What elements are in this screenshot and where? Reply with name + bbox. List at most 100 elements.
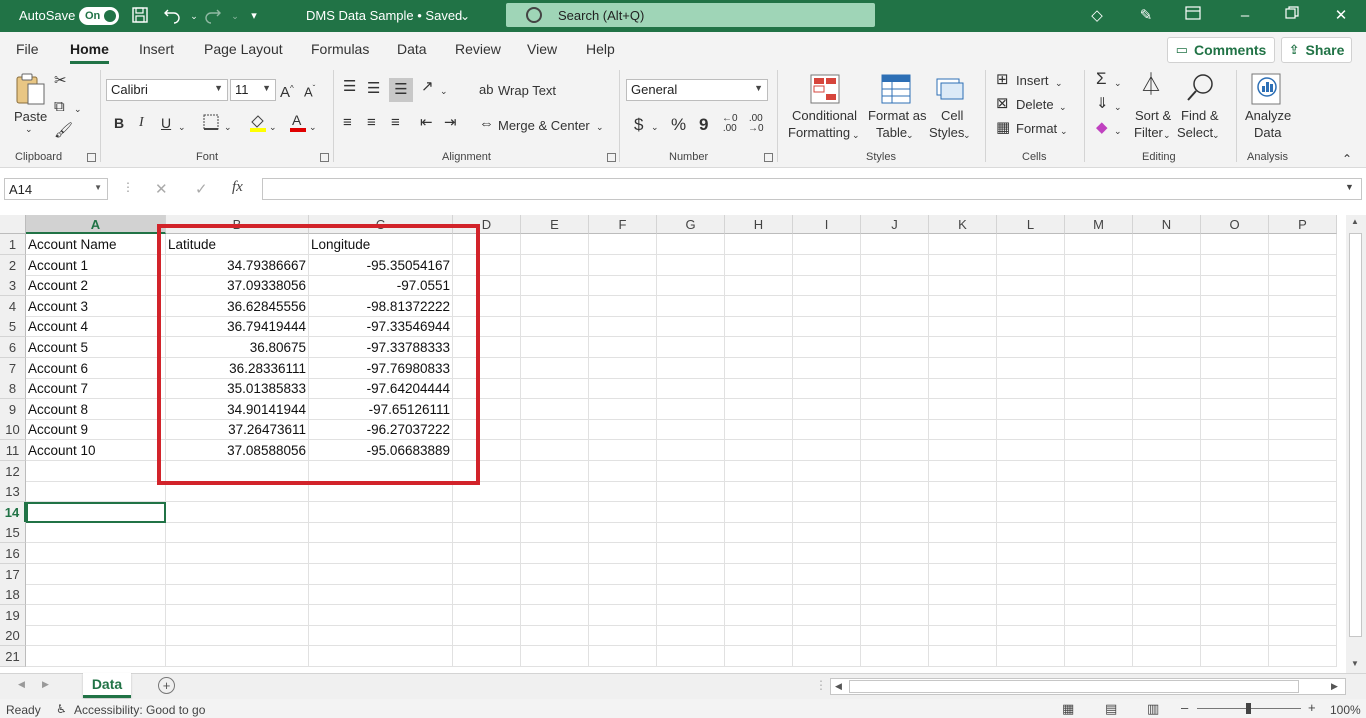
column-header-b[interactable]: B — [166, 215, 309, 234]
delete-cells-icon[interactable]: ⊠ — [996, 95, 1009, 113]
cell-j1[interactable] — [861, 234, 929, 255]
row-header-1[interactable]: 1 — [0, 234, 26, 255]
cell-o8[interactable] — [1201, 378, 1269, 400]
analyze-data-icon[interactable] — [1250, 72, 1281, 105]
row-header-4[interactable]: 4 — [0, 295, 26, 317]
column-header-m[interactable]: M — [1065, 215, 1133, 234]
cell-k17[interactable] — [929, 563, 997, 585]
cell-o2[interactable] — [1201, 254, 1269, 276]
alignment-launcher-icon[interactable] — [607, 153, 616, 162]
cell-h15[interactable] — [725, 522, 793, 544]
cell-j10[interactable] — [861, 419, 929, 441]
increase-font-icon[interactable]: A^ — [280, 80, 294, 102]
chevron-down-icon[interactable]: ⌄ — [963, 126, 971, 144]
pen-icon[interactable]: ✎ — [1136, 6, 1156, 26]
cell-c11[interactable]: -95.06683889 — [309, 440, 453, 461]
cell-o7[interactable] — [1201, 357, 1269, 379]
prev-sheet-icon[interactable]: ◀ — [18, 679, 25, 690]
enter-icon[interactable]: ✓ — [195, 180, 208, 198]
cell-l6[interactable] — [997, 337, 1065, 358]
page-break-view-icon[interactable]: ▥ — [1147, 701, 1159, 717]
cell-o14[interactable] — [1201, 501, 1269, 523]
cell-f13[interactable] — [589, 481, 657, 503]
cell-p7[interactable] — [1269, 357, 1337, 379]
tab-insert[interactable]: Insert — [139, 41, 174, 57]
cell-g9[interactable] — [657, 398, 725, 420]
cell-c21[interactable] — [309, 646, 453, 667]
cell-i13[interactable] — [793, 481, 861, 503]
cell-o15[interactable] — [1201, 522, 1269, 544]
cell-h3[interactable] — [725, 275, 793, 297]
cell-m9[interactable] — [1065, 398, 1133, 420]
orientation-dropdown-icon[interactable]: ⌄ — [440, 82, 448, 100]
cell-h8[interactable] — [725, 378, 793, 400]
analyze-data-label-1[interactable]: Analyze — [1245, 108, 1291, 123]
cell-n18[interactable] — [1133, 584, 1201, 606]
cell-b1[interactable]: Latitude — [166, 234, 309, 255]
cell-p4[interactable] — [1269, 295, 1337, 317]
cell-p21[interactable] — [1269, 646, 1337, 667]
cell-n11[interactable] — [1133, 440, 1201, 461]
row-header-6[interactable]: 6 — [0, 337, 26, 358]
cell-g20[interactable] — [657, 625, 725, 647]
cell-j19[interactable] — [861, 604, 929, 626]
cell-l15[interactable] — [997, 522, 1065, 544]
cell-i14[interactable] — [793, 501, 861, 523]
cell-h9[interactable] — [725, 398, 793, 420]
cell-b2[interactable]: 34.79386667 — [166, 254, 309, 276]
cell-f16[interactable] — [589, 543, 657, 564]
clipboard-launcher-icon[interactable] — [87, 153, 96, 162]
cell-k11[interactable] — [929, 440, 997, 461]
cell-f12[interactable] — [589, 460, 657, 482]
cell-h2[interactable] — [725, 254, 793, 276]
cell-p19[interactable] — [1269, 604, 1337, 626]
cell-l5[interactable] — [997, 316, 1065, 338]
cell-a2[interactable]: Account 1 — [26, 254, 166, 276]
cell-j3[interactable] — [861, 275, 929, 297]
collapse-ribbon-icon[interactable]: ⌃ — [1342, 150, 1352, 168]
align-right-icon[interactable]: ≡ — [391, 114, 400, 132]
cell-i21[interactable] — [793, 646, 861, 667]
cell-f18[interactable] — [589, 584, 657, 606]
cell-c12[interactable] — [309, 460, 453, 482]
cell-g13[interactable] — [657, 481, 725, 503]
zoom-level[interactable]: 100% — [1330, 703, 1361, 717]
increase-decimal-icon[interactable]: ←0.00 — [722, 114, 738, 134]
restore-icon[interactable] — [1282, 6, 1302, 26]
cell-b5[interactable]: 36.79419444 — [166, 316, 309, 338]
delete-cells-label[interactable]: Delete — [1016, 97, 1054, 112]
cell-d17[interactable] — [453, 563, 521, 585]
cell-i18[interactable] — [793, 584, 861, 606]
cell-k15[interactable] — [929, 522, 997, 544]
insert-cells-label[interactable]: Insert — [1016, 73, 1049, 88]
cell-e20[interactable] — [521, 625, 589, 647]
cell-a1[interactable]: Account Name — [26, 234, 166, 255]
cell-j21[interactable] — [861, 646, 929, 667]
cell-e18[interactable] — [521, 584, 589, 606]
font-color-icon[interactable]: A — [288, 112, 308, 137]
horizontal-scrollbar[interactable]: ◀ ▶ — [830, 678, 1346, 695]
cell-h13[interactable] — [725, 481, 793, 503]
save-icon[interactable] — [130, 6, 150, 26]
conditional-formatting-label-1[interactable]: Conditional — [792, 108, 857, 123]
cell-o20[interactable] — [1201, 625, 1269, 647]
scroll-thumb[interactable] — [1349, 233, 1362, 637]
cell-l16[interactable] — [997, 543, 1065, 564]
cell-p16[interactable] — [1269, 543, 1337, 564]
cell-c18[interactable] — [309, 584, 453, 606]
minimize-icon[interactable]: – — [1235, 6, 1255, 26]
cell-f17[interactable] — [589, 563, 657, 585]
cell-k6[interactable] — [929, 337, 997, 358]
cell-i7[interactable] — [793, 357, 861, 379]
row-header-3[interactable]: 3 — [0, 275, 26, 297]
cell-styles-icon[interactable] — [936, 74, 966, 106]
column-header-f[interactable]: F — [589, 215, 657, 234]
cell-k4[interactable] — [929, 295, 997, 317]
cell-l2[interactable] — [997, 254, 1065, 276]
cell-k10[interactable] — [929, 419, 997, 441]
column-header-l[interactable]: L — [997, 215, 1065, 234]
cell-h16[interactable] — [725, 543, 793, 564]
align-middle-icon[interactable]: ☰ — [367, 80, 380, 98]
cell-j12[interactable] — [861, 460, 929, 482]
cell-o4[interactable] — [1201, 295, 1269, 317]
